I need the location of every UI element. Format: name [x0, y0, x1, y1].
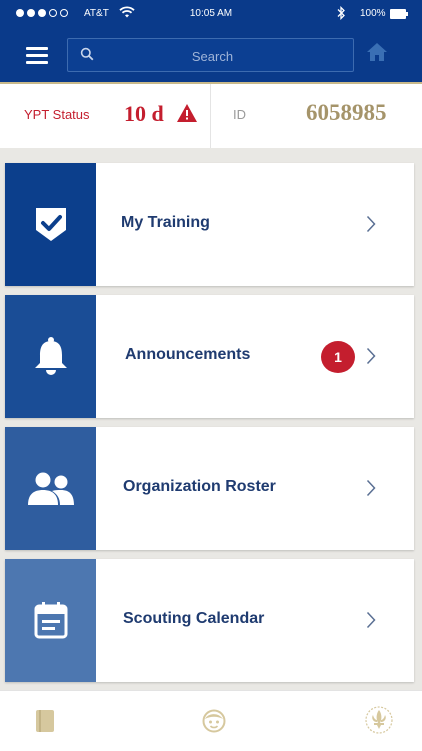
chevron-right-icon — [366, 479, 376, 497]
chevron-right-icon — [366, 347, 376, 365]
announcements-card[interactable]: Announcements 1 — [5, 295, 414, 418]
ypt-status-value: 10 d — [124, 101, 164, 126]
card-icon-panel — [5, 427, 96, 550]
status-time: 10:05 AM — [189, 8, 233, 19]
card-icon-panel — [5, 559, 96, 682]
ypt-divider — [210, 84, 211, 148]
search-bar[interactable] — [67, 38, 354, 73]
home-icon[interactable] — [366, 42, 388, 62]
nav-bar — [0, 28, 422, 84]
ypt-status-label: YPT Status — [24, 107, 90, 122]
bell-icon — [35, 337, 67, 375]
organization-roster-card[interactable]: Organization Roster — [5, 427, 414, 550]
shield-check-icon — [36, 208, 66, 241]
member-id-label: ID — [233, 107, 246, 122]
calendar-icon — [34, 602, 68, 639]
notification-badge: 1 — [321, 341, 355, 373]
chevron-right-icon — [366, 215, 376, 233]
card-label: Scouting Calendar — [123, 610, 265, 627]
status-bar: AT&T 10:05 AM 100% — [0, 0, 422, 28]
search-input[interactable] — [98, 39, 327, 73]
face-icon[interactable] — [202, 709, 226, 733]
bottom-tab-bar — [0, 690, 422, 751]
card-icon-panel — [5, 295, 96, 418]
battery-percent: 100% — [360, 8, 386, 19]
ypt-status-bar: YPT Status 10 d ID 6058985 — [0, 84, 422, 148]
card-icon-panel — [5, 163, 96, 286]
chevron-right-icon — [366, 611, 376, 629]
battery-icon — [390, 9, 408, 19]
book-icon[interactable] — [35, 709, 55, 733]
fleur-de-lis-icon[interactable] — [364, 705, 394, 735]
search-icon — [80, 47, 94, 61]
card-label: Organization Roster — [123, 478, 276, 495]
card-label: My Training — [121, 214, 210, 231]
menu-icon[interactable] — [24, 44, 50, 66]
card-label: Announcements — [125, 346, 251, 363]
scouting-calendar-card[interactable]: Scouting Calendar — [5, 559, 414, 682]
bluetooth-icon — [337, 6, 345, 20]
my-training-card[interactable]: My Training — [5, 163, 414, 286]
warning-icon — [177, 104, 197, 122]
people-icon — [28, 472, 74, 505]
member-id-value: 6058985 — [306, 100, 387, 125]
